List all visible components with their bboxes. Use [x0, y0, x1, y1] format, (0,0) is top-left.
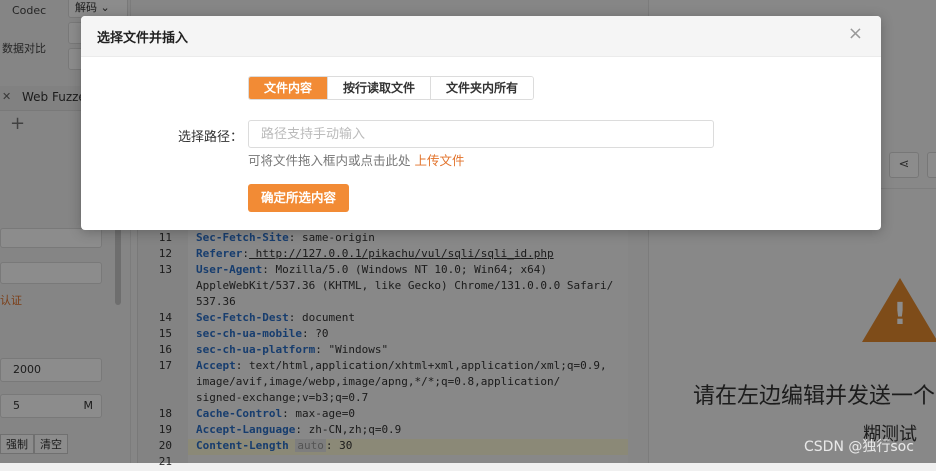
upload-file-link[interactable]: 上传文件 — [415, 153, 465, 168]
watermark: CSDN @独行soc — [804, 439, 914, 455]
dialog-title: 选择文件并插入 — [97, 31, 189, 46]
close-icon[interactable]: × — [848, 24, 863, 44]
mode-tabs: 文件内容 按行读取文件 文件夹内所有 — [248, 76, 535, 100]
drag-hint: 可将文件拖入框内或点击此处 上传文件 — [248, 150, 465, 169]
dialog-header: 选择文件并插入 × — [81, 16, 881, 57]
select-file-dialog: 选择文件并插入 × 文件内容 按行读取文件 文件夹内所有 选择路径： 可将文件拖… — [81, 16, 881, 230]
confirm-selection-button[interactable]: 确定所选内容 — [248, 184, 350, 212]
path-input[interactable] — [248, 120, 714, 148]
tab-read-by-line[interactable]: 按行读取文件 — [328, 77, 432, 99]
tab-file-content[interactable]: 文件内容 — [249, 77, 329, 99]
path-label: 选择路径： — [178, 130, 244, 145]
drag-hint-text: 可将文件拖入框内或点击此处 — [248, 153, 411, 168]
tab-folder-all[interactable]: 文件夹内所有 — [431, 77, 534, 99]
